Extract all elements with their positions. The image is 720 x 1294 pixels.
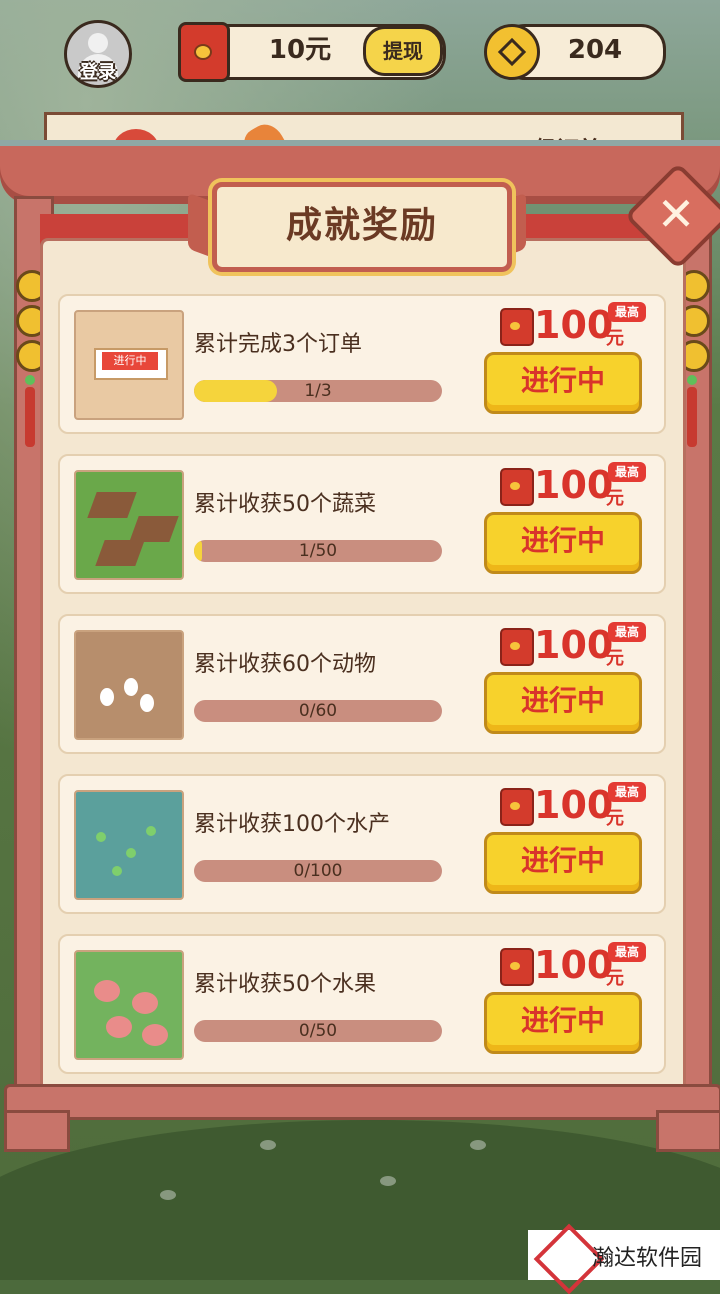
task-row: 累计收获60个动物 0/60 100 元 最高 进行中 — [58, 614, 666, 754]
reward-unit: 元 — [606, 808, 624, 829]
ground-stone — [260, 1140, 276, 1150]
progress-bar: 1/50 — [194, 540, 442, 562]
reward-unit: 元 — [606, 488, 624, 509]
progress-label: 1/3 — [304, 381, 332, 401]
max-badge: 最高 — [608, 462, 646, 482]
fish-pond-thumbnail — [74, 790, 184, 900]
progress-label: 0/60 — [298, 701, 338, 721]
in-progress-button[interactable]: 进行中 — [484, 512, 642, 574]
red-envelope-icon — [500, 788, 534, 826]
progress-label: 1/50 — [298, 541, 338, 561]
coin-balance-value: 204 — [567, 35, 623, 65]
max-badge: 最高 — [608, 782, 646, 802]
animal-pen-thumbnail — [74, 630, 184, 740]
gate-foot-left — [4, 1110, 70, 1152]
reward-unit: 元 — [606, 328, 624, 349]
money-balance-value: 10元 — [268, 35, 332, 65]
progress-label: 0/50 — [298, 1021, 338, 1041]
ground-stone — [380, 1176, 396, 1186]
close-icon[interactable]: ✕ — [640, 178, 712, 250]
task-row: 累计收获50个蔬菜 1/50 100 元 最高 进行中 — [58, 454, 666, 594]
vegetable-field-thumbnail — [74, 470, 184, 580]
reward-amount: 100 — [534, 463, 614, 507]
ground-stone — [470, 1140, 486, 1150]
in-progress-button[interactable]: 进行中 — [484, 672, 642, 734]
in-progress-button[interactable]: 进行中 — [484, 832, 642, 894]
avatar-head-icon — [88, 33, 108, 53]
red-envelope-icon — [178, 22, 230, 82]
in-progress-button[interactable]: 进行中 — [484, 352, 642, 414]
ground-stone — [160, 1190, 176, 1200]
gate-base — [4, 1084, 720, 1120]
red-envelope-icon — [500, 308, 534, 346]
task-row: 累计收获50个水果 0/50 100 元 最高 进行中 — [58, 934, 666, 1074]
progress-label: 0/100 — [293, 861, 343, 881]
task-title: 累计收获60个动物 — [194, 652, 376, 677]
task-title: 累计收获50个水果 — [194, 972, 376, 997]
order-scroll-thumbnail: 进行中 — [74, 310, 184, 420]
red-envelope-icon — [500, 468, 534, 506]
watermark-text: 瀚达软件园 — [592, 1246, 703, 1271]
thumbnail-tag: 进行中 — [102, 352, 158, 370]
task-row: 进行中 累计完成3个订单 1/3 100 元 最高 进行中 — [58, 294, 666, 434]
in-progress-button[interactable]: 进行中 — [484, 992, 642, 1054]
task-title: 累计收获100个水产 — [194, 812, 390, 837]
reward-amount: 100 — [534, 943, 614, 987]
reward-amount: 100 — [534, 623, 614, 667]
reward-amount: 100 — [534, 783, 614, 827]
withdraw-button[interactable]: 提现 — [363, 26, 443, 76]
gate-foot-right — [656, 1110, 720, 1152]
progress-bar: 1/3 — [194, 380, 442, 402]
login-label[interactable]: 登录 — [64, 58, 132, 84]
coin-icon — [484, 24, 540, 80]
task-row: 累计收获100个水产 0/100 100 元 最高 进行中 — [58, 774, 666, 914]
progress-bar: 0/50 — [194, 1020, 442, 1042]
max-badge: 最高 — [608, 302, 646, 322]
progress-bar: 0/60 — [194, 700, 442, 722]
reward-amount: 100 — [534, 303, 614, 347]
task-title: 累计完成3个订单 — [194, 332, 362, 357]
red-envelope-icon — [500, 628, 534, 666]
red-envelope-icon — [500, 948, 534, 986]
orchard-thumbnail — [74, 950, 184, 1060]
reward-unit: 元 — [606, 648, 624, 669]
progress-bar: 0/100 — [194, 860, 442, 882]
reward-unit: 元 — [606, 968, 624, 989]
max-badge: 最高 — [608, 622, 646, 642]
task-title: 累计收获50个蔬菜 — [194, 492, 376, 517]
dialog-title: 成就奖励 — [285, 205, 438, 246]
max-badge: 最高 — [608, 942, 646, 962]
